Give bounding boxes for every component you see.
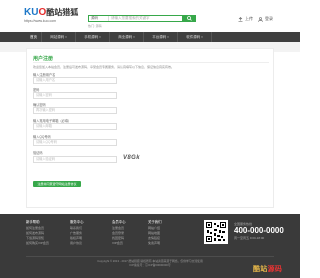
- watermark-logo: 酷站源码: [253, 266, 283, 273]
- user-icon: [258, 16, 263, 22]
- confirm-password-field[interactable]: 再次输入密码: [33, 107, 117, 114]
- nav-item[interactable]: 平台源码▾: [144, 32, 178, 42]
- footer-col-help: 新手帮助 如何注册会员 如何发布源码 下载源码须知 如何购买VIP会员: [26, 220, 49, 246]
- password-field[interactable]: 请输入密码: [33, 92, 117, 99]
- nav-item[interactable]: 网站源码▾: [42, 32, 76, 42]
- captcha-field[interactable]: 请输入验证码: [33, 156, 117, 163]
- nav-item[interactable]: 手机源码▾: [76, 32, 110, 42]
- qr-code-icon: [206, 222, 226, 242]
- footer-link[interactable]: VIP会员: [112, 241, 126, 246]
- register-submit-button[interactable]: 注册并同意遵守网站注册协议: [33, 181, 81, 187]
- main-nav: 首页 网站源码▾ 手机源码▾ 商业源码▾ 平台源码▾ 软件源码▾: [0, 32, 300, 42]
- qr-code: [204, 220, 228, 244]
- footer-col-member: 会员中心 注册会员 会员登录 找回密码 VIP会员: [112, 220, 126, 246]
- site-logo[interactable]: KUO酷站猎狐 https://www.kuo.com: [24, 8, 82, 26]
- username-field[interactable]: 请输入用户名: [33, 77, 117, 84]
- chevron-down-icon: ▾: [133, 35, 135, 39]
- email-field[interactable]: 请输入邮箱: [33, 123, 117, 130]
- nav-item[interactable]: 软件源码▾: [178, 32, 212, 42]
- footer-col-title: 关于我们: [148, 220, 162, 224]
- chevron-down-icon: ▾: [201, 35, 203, 39]
- footer-col-about: 关于我们 网站介绍 网站地图 友情链接 免责声明: [148, 220, 162, 246]
- hotline-phone: 400-000-0000: [234, 226, 284, 235]
- captcha-image[interactable]: V8Gk: [123, 155, 145, 163]
- chevron-down-icon: ▾: [65, 35, 67, 39]
- footer-col-title: 会员中心: [112, 220, 126, 224]
- search-category-select[interactable]: 源码: [89, 16, 109, 21]
- nav-home[interactable]: 首页: [26, 32, 42, 42]
- page-title: 用户注册: [33, 56, 54, 62]
- register-intro: 欢迎您加入本站会员，注册后可发布源码、享受会员专属服务，请认真填写以下信息，保证…: [33, 65, 175, 69]
- footer-link[interactable]: 用户协议: [70, 241, 84, 246]
- divider: [33, 62, 269, 63]
- search-icon: [186, 16, 192, 21]
- upload-button[interactable]: 上传: [238, 16, 253, 22]
- register-panel: 用户注册 欢迎您加入本站会员，注册后可发布源码、享受会员专属服务，请认真填写以下…: [26, 48, 274, 208]
- chevron-down-icon: ▾: [99, 35, 101, 39]
- qq-field[interactable]: 请输入QQ号码: [33, 139, 117, 146]
- hot-words: 热门: 源码: [88, 24, 102, 28]
- divider: [26, 256, 274, 257]
- site-url: https://www.kuo.com: [24, 19, 57, 23]
- footer-col-service: 服务中心 联系我们 广告服务 版权声明 用户协议: [70, 220, 84, 246]
- footer-link[interactable]: 如何购买VIP会员: [26, 241, 49, 246]
- top-header: KUO酷站猎狐 https://www.kuo.com 源码 请输入您要搜索的关…: [0, 0, 300, 30]
- login-button[interactable]: 登录: [258, 16, 273, 22]
- nav-item[interactable]: 商业源码▾: [110, 32, 144, 42]
- upload-icon: [238, 16, 243, 22]
- footer-col-title: 新手帮助: [26, 220, 40, 224]
- service-hours: 周一至周五 9:00-18:00: [234, 236, 265, 240]
- captcha-label: 验证码: [33, 151, 43, 155]
- footer-link[interactable]: 免责声明: [148, 241, 162, 246]
- search-button[interactable]: [182, 15, 196, 22]
- chevron-down-icon: ▾: [167, 35, 169, 39]
- search-input[interactable]: 请输入您要搜索的关键字: [109, 16, 182, 21]
- footer-col-title: 服务中心: [70, 220, 84, 224]
- search-box: 源码 请输入您要搜索的关键字: [88, 15, 196, 22]
